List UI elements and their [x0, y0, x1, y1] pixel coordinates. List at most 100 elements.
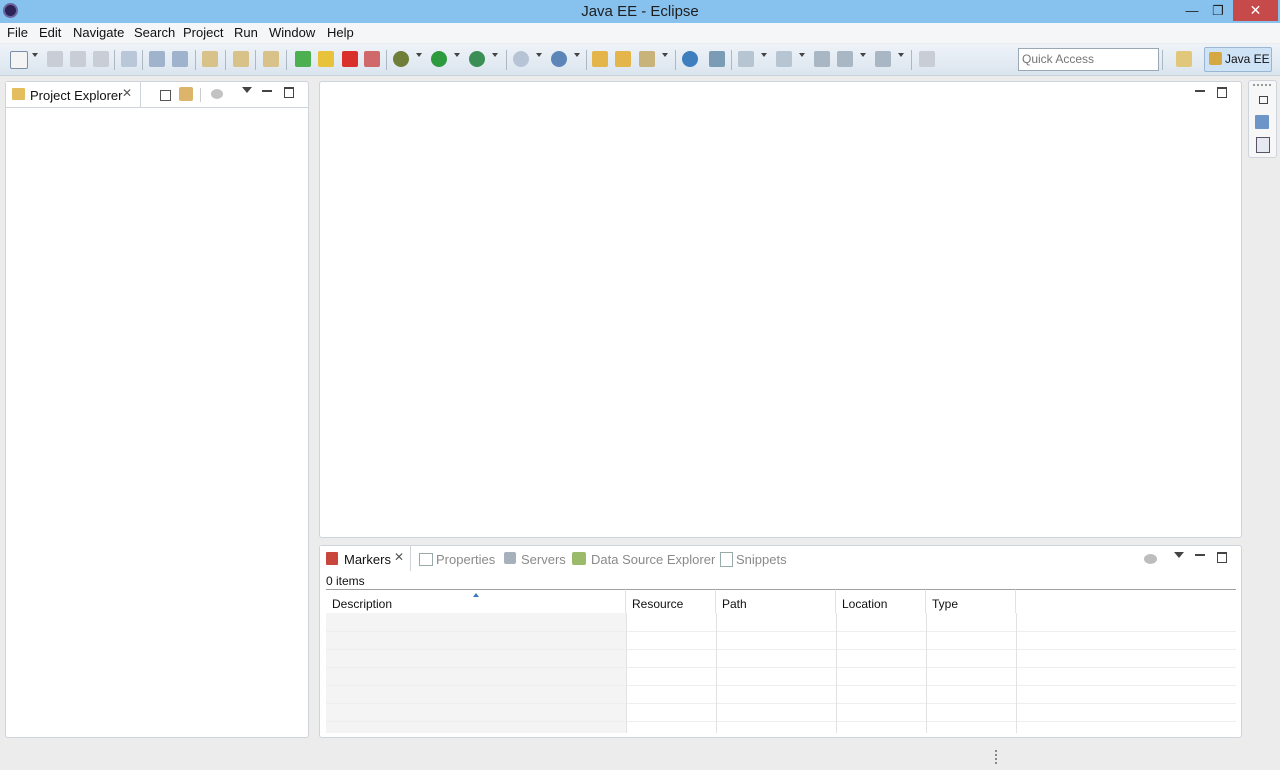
tab-project-explorer[interactable]: Project Explorer ✕	[6, 82, 141, 107]
drop-to-frame-icon[interactable]	[172, 51, 188, 67]
last-edit-location-icon[interactable]	[814, 51, 830, 67]
tab-data-source-explorer[interactable]: Data Source Explorer	[591, 552, 715, 567]
data-source-explorer-icon	[572, 552, 586, 565]
main-toolbar: Java EE	[0, 44, 1280, 76]
toolbar-separator	[286, 50, 287, 70]
search-flashlight-icon[interactable]	[639, 51, 655, 67]
step-over-icon[interactable]	[233, 51, 249, 67]
run-icon[interactable]	[431, 51, 447, 67]
filters-icon[interactable]	[1144, 554, 1157, 564]
menu-search[interactable]: Search	[134, 25, 175, 40]
task-list-icon[interactable]	[1256, 137, 1270, 153]
column-header-description[interactable]: Description	[326, 589, 626, 613]
menu-project[interactable]: Project	[183, 25, 223, 40]
open-type-icon[interactable]	[592, 51, 608, 67]
run-dropdown-icon[interactable]	[454, 53, 460, 57]
status-bar-handle[interactable]	[995, 750, 999, 764]
column-header-resource[interactable]: Resource	[626, 589, 716, 613]
next-annotation-dropdown-icon[interactable]	[761, 53, 767, 57]
menu-edit[interactable]: Edit	[39, 25, 61, 40]
new-server-dropdown-icon[interactable]	[536, 53, 542, 57]
java-ee-perspective-icon	[1209, 52, 1222, 65]
new-class-dropdown-icon[interactable]	[574, 53, 580, 57]
step-filter-icon[interactable]	[149, 51, 165, 67]
new-server-icon[interactable]	[513, 51, 529, 67]
forward-icon[interactable]	[875, 51, 891, 67]
column-header-location[interactable]: Location	[836, 589, 926, 613]
search-dropdown-icon[interactable]	[662, 53, 668, 57]
toggle-mark-occurrences-icon[interactable]	[709, 51, 725, 67]
skip-breakpoints-icon[interactable]	[121, 51, 137, 67]
terminate-icon[interactable]	[342, 51, 358, 67]
minimize-icon[interactable]	[1195, 554, 1205, 556]
forward-dropdown-icon[interactable]	[898, 53, 904, 57]
project-explorer-panel: Project Explorer ✕	[5, 81, 309, 738]
view-menu-icon[interactable]	[242, 87, 252, 93]
new-icon[interactable]	[10, 51, 28, 69]
save-all-icon[interactable]	[70, 51, 86, 67]
coverage-dropdown-icon[interactable]	[492, 53, 498, 57]
disconnect-icon[interactable]	[364, 51, 380, 67]
coverage-icon[interactable]	[469, 51, 485, 67]
minimize-icon[interactable]	[262, 90, 272, 92]
new-dropdown-icon[interactable]	[32, 53, 38, 57]
toolbar-separator	[114, 50, 115, 70]
back-icon[interactable]	[837, 51, 853, 67]
back-dropdown-icon[interactable]	[860, 53, 866, 57]
resume-icon[interactable]	[295, 51, 311, 67]
trim-handle[interactable]	[1253, 84, 1271, 88]
close-window-button[interactable]: ✕	[1233, 0, 1278, 21]
maximize-icon[interactable]	[1217, 87, 1227, 98]
editor-area[interactable]	[319, 81, 1242, 538]
restore-window-button[interactable]: ❐	[1203, 0, 1233, 21]
toolbar-separator	[586, 50, 587, 70]
column-header-type[interactable]: Type	[926, 589, 1016, 613]
close-tab-icon[interactable]: ✕	[122, 86, 132, 100]
close-tab-icon[interactable]: ✕	[394, 550, 404, 564]
column-header-path[interactable]: Path	[716, 589, 836, 613]
maximize-icon[interactable]	[284, 87, 294, 98]
new-class-icon[interactable]	[551, 51, 567, 67]
menu-navigate[interactable]: Navigate	[73, 25, 124, 40]
quick-access-input[interactable]	[1018, 48, 1159, 71]
table-row	[326, 649, 1236, 650]
tab-servers[interactable]: Servers	[521, 552, 566, 567]
filters-icon[interactable]	[211, 89, 223, 99]
tab-markers[interactable]: Markers ✕	[320, 546, 411, 571]
column-divider	[626, 613, 627, 733]
suspend-icon[interactable]	[318, 51, 334, 67]
tab-snippets[interactable]: Snippets	[736, 552, 787, 567]
menu-window[interactable]: Window	[269, 25, 315, 40]
previous-annotation-icon[interactable]	[776, 51, 792, 67]
toolbar-separator	[911, 50, 912, 70]
collapse-all-icon[interactable]	[160, 90, 171, 101]
view-menu-icon[interactable]	[1174, 552, 1184, 558]
step-into-icon[interactable]	[202, 51, 218, 67]
restore-icon[interactable]	[1259, 96, 1268, 104]
table-row	[326, 703, 1236, 704]
print-icon[interactable]	[93, 51, 109, 67]
minimize-icon[interactable]	[1195, 90, 1205, 92]
outline-icon[interactable]	[1255, 115, 1269, 129]
column-label: Resource	[632, 597, 684, 611]
web-browser-icon[interactable]	[682, 51, 698, 67]
open-perspective-icon[interactable]	[1176, 51, 1192, 67]
maximize-icon[interactable]	[1217, 552, 1227, 563]
debug-icon[interactable]	[393, 51, 409, 67]
menu-file[interactable]: File	[7, 25, 28, 40]
table-row	[326, 667, 1236, 668]
step-return-icon[interactable]	[263, 51, 279, 67]
debug-dropdown-icon[interactable]	[416, 53, 422, 57]
save-icon[interactable]	[47, 51, 63, 67]
title-bar: Java EE - Eclipse — ❐ ✕	[0, 0, 1280, 23]
perspective-label: Java EE	[1225, 52, 1270, 66]
menu-help[interactable]: Help	[327, 25, 354, 40]
open-task-icon[interactable]	[615, 51, 631, 67]
tab-properties[interactable]: Properties	[436, 552, 495, 567]
link-with-editor-icon[interactable]	[179, 87, 193, 101]
java-ee-perspective-button[interactable]: Java EE	[1204, 47, 1272, 72]
menu-run[interactable]: Run	[234, 25, 258, 40]
next-annotation-icon[interactable]	[738, 51, 754, 67]
previous-annotation-dropdown-icon[interactable]	[799, 53, 805, 57]
pin-editor-icon[interactable]	[919, 51, 935, 67]
